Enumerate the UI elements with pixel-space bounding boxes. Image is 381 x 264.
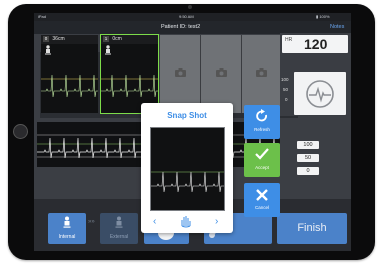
camera-panel-1[interactable]: 1 0cm <box>100 34 159 114</box>
refresh-label: Refresh <box>254 127 270 132</box>
cancel-button[interactable]: Cancel <box>244 183 280 217</box>
next-button[interactable]: › <box>215 216 218 227</box>
panel-number: 1 <box>103 35 109 42</box>
camera-icon <box>216 68 227 77</box>
person-icon <box>105 45 111 55</box>
patient-id: Patient ID: test2 <box>161 24 201 30</box>
carrier-label: iPad <box>38 14 47 19</box>
accept-button[interactable]: Accept <box>244 143 280 177</box>
person-icon <box>45 45 51 55</box>
internal-label: Internal <box>58 234 76 240</box>
snapshot-ecg-trace <box>151 171 224 193</box>
camera-panel-0[interactable]: 0 36cm <box>41 35 98 113</box>
cancel-label: Cancel <box>254 205 269 210</box>
panel-distance: 36cm <box>52 36 65 42</box>
snapshot-title: Snap Shot <box>167 111 207 120</box>
refresh-icon <box>256 109 267 122</box>
person-icon <box>115 216 123 228</box>
checkmark-icon <box>255 148 269 160</box>
scale-label: 0 <box>285 97 288 102</box>
panel-number: 0 <box>43 35 49 42</box>
finish-button[interactable]: Finish <box>277 213 347 244</box>
hr-label: HR <box>285 37 293 43</box>
snapshot-preview <box>150 127 225 211</box>
person-icon <box>63 216 71 228</box>
internal-button[interactable]: Internal <box>48 213 86 244</box>
app-screen: iPad 9:50 AM ▮ 100% Patient ID: test2 No… <box>34 13 351 251</box>
battery-indicator: ▮ 100% <box>316 14 330 19</box>
scale-value-box[interactable]: 100 <box>297 141 319 149</box>
finish-label: Finish <box>297 222 327 234</box>
hand-gesture-icon <box>181 216 191 228</box>
pulse-icon <box>306 80 334 108</box>
ecg-trace <box>101 74 158 98</box>
external-label: External <box>109 234 129 240</box>
close-icon <box>256 189 268 201</box>
camera-slot[interactable] <box>159 35 200 113</box>
refresh-button[interactable]: Refresh <box>244 105 280 139</box>
arrows-icon: »» <box>88 219 95 225</box>
accept-label: Accept <box>255 165 269 170</box>
panel-header: 1 0cm <box>101 35 158 44</box>
ecg-trace <box>41 74 98 98</box>
scale-label: 50 <box>283 87 289 92</box>
camera-icon <box>256 68 267 77</box>
scale-value-box[interactable]: 50 <box>297 154 319 162</box>
panel-header: 0 36cm <box>41 35 98 44</box>
external-button[interactable]: External <box>100 213 138 244</box>
scale-label: 100 <box>281 77 289 82</box>
camera-slot[interactable] <box>241 35 280 113</box>
snapshot-dialog: Snap Shot ‹ › <box>141 103 233 233</box>
previous-button[interactable]: ‹ <box>153 216 156 227</box>
home-button[interactable] <box>13 124 28 139</box>
scale-value-box[interactable]: 0 <box>297 167 319 175</box>
heart-waveform-tile[interactable] <box>294 72 346 115</box>
panel-distance: 0cm <box>112 36 122 42</box>
clock: 9:50 AM <box>179 14 194 19</box>
front-camera-icon <box>188 5 192 9</box>
camera-slot[interactable] <box>200 35 241 113</box>
heart-rate-display: HR 120 <box>282 35 348 53</box>
vitals-panel: HR 120 100 50 0 <box>280 33 351 116</box>
camera-icon <box>175 68 186 77</box>
status-bar: iPad 9:50 AM ▮ 100% <box>34 13 351 21</box>
hr-value: 120 <box>304 36 328 52</box>
